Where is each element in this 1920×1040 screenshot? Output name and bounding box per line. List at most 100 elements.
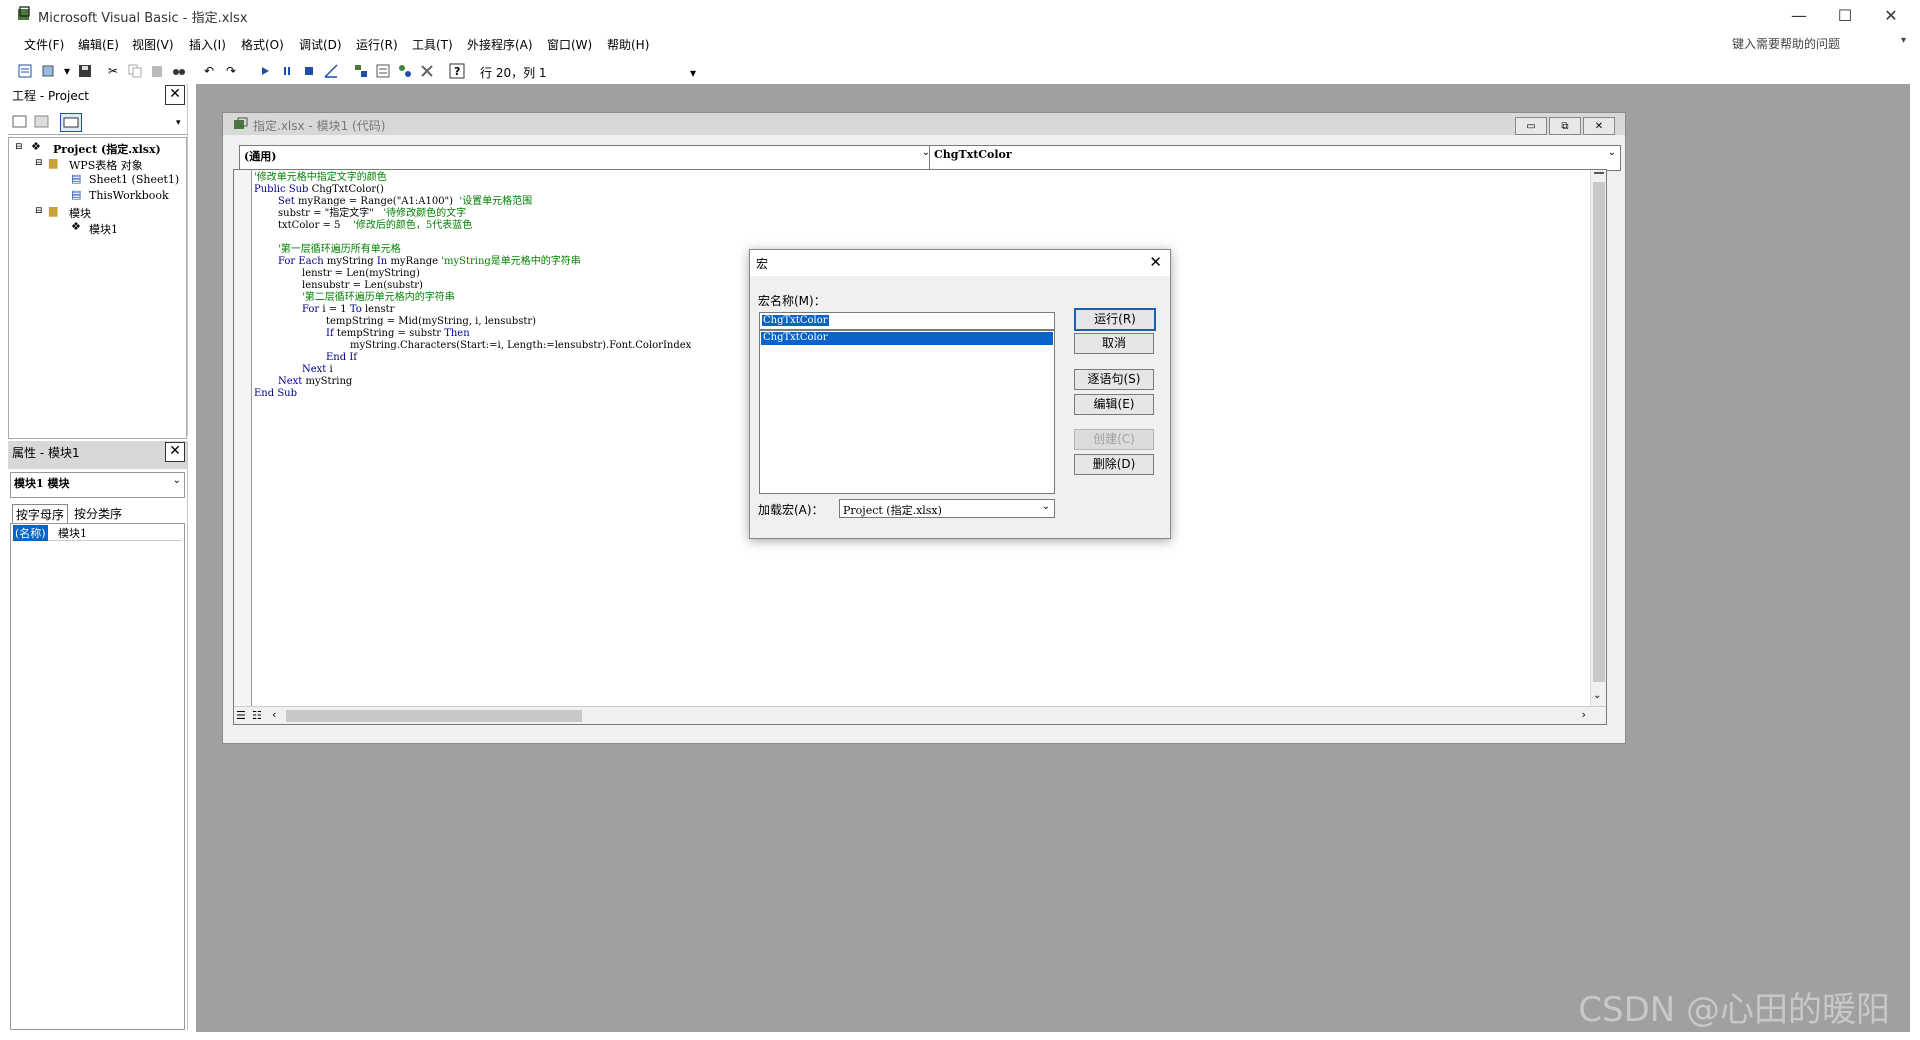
- code-line[interactable]: myString.Characters(Start:=i, Length:=le…: [350, 340, 691, 352]
- tree-item-sheet1[interactable]: Sheet1 (Sheet1): [89, 173, 179, 186]
- code-line[interactable]: Next myString: [278, 376, 352, 388]
- reset-icon[interactable]: [300, 62, 318, 80]
- help-icon[interactable]: ?: [448, 62, 466, 80]
- maximize-button[interactable]: ☐: [1822, 0, 1868, 30]
- macro-list-item[interactable]: ChgTxtColor: [761, 332, 1053, 345]
- code-line[interactable]: Set myRange = Range("A1:A100") '设置单元格范围: [278, 196, 532, 208]
- object-browser-icon[interactable]: [396, 62, 414, 80]
- code-line[interactable]: txtColor = 5 '修改后的颜色，5代表蓝色: [278, 220, 472, 232]
- code-line[interactable]: Next i: [302, 364, 333, 376]
- minimize-button[interactable]: —: [1776, 0, 1822, 30]
- tab-categorized[interactable]: 按分类序: [74, 505, 122, 522]
- code-line[interactable]: For i = 1 To lenstr: [302, 304, 394, 316]
- chevron-down-icon[interactable]: ⌄: [1608, 147, 1616, 158]
- code-line[interactable]: '第二层循环遍历单元格内的字符串: [302, 292, 455, 304]
- scroll-down-icon[interactable]: ⌄: [1593, 690, 1601, 701]
- code-line[interactable]: '第一层循环遍历所有单元格: [278, 244, 401, 256]
- help-question-box[interactable]: 键入需要帮助的问题 ▾: [1728, 33, 1908, 53]
- menu-tools[interactable]: 工具(T): [412, 36, 453, 53]
- toggle-folders-icon[interactable]: [60, 113, 82, 132]
- delete-button[interactable]: 删除(D): [1074, 454, 1154, 475]
- collapse-icon[interactable]: ⊟: [35, 206, 43, 216]
- macro-name-input[interactable]: ChgTxtColor: [759, 312, 1055, 330]
- close-icon[interactable]: ✕: [165, 442, 185, 462]
- pause-icon[interactable]: [278, 62, 296, 80]
- macro-list[interactable]: ChgTxtColor: [759, 330, 1055, 494]
- object-combo[interactable]: 模块1 模块 ⌄: [10, 472, 185, 498]
- properties-window-icon[interactable]: [374, 62, 392, 80]
- edit-button[interactable]: 编辑(E): [1074, 394, 1154, 415]
- view-code-icon[interactable]: [12, 115, 28, 129]
- procedure-view-icon[interactable]: ☰: [236, 709, 246, 722]
- chevron-down-icon[interactable]: ⌄: [1042, 501, 1050, 512]
- tree-item-project[interactable]: Project (指定.xlsx): [53, 141, 161, 157]
- scroll-top-icon[interactable]: [1594, 172, 1604, 178]
- code-line[interactable]: lenstr = Len(myString): [302, 268, 420, 280]
- design-mode-icon[interactable]: [322, 62, 340, 80]
- project-explorer-icon[interactable]: [352, 62, 370, 80]
- view-object-icon[interactable]: [34, 115, 50, 129]
- vertical-scroll-thumb[interactable]: [1593, 182, 1605, 682]
- tree-item-thisworkbook[interactable]: ThisWorkbook: [89, 189, 169, 202]
- view-excel-icon[interactable]: [16, 62, 34, 80]
- code-line[interactable]: End Sub: [254, 388, 297, 400]
- run-button[interactable]: 运行(R): [1074, 308, 1156, 331]
- code-line[interactable]: substr = "指定文字" '待修改颜色的文字: [278, 208, 466, 220]
- macros-in-dropdown[interactable]: Project (指定.xlsx) ⌄: [839, 499, 1055, 518]
- code-line[interactable]: If tempString = substr Then: [326, 328, 470, 340]
- close-icon[interactable]: ✕: [165, 85, 185, 105]
- property-row[interactable]: (名称) 模块1: [12, 525, 182, 541]
- close-button[interactable]: ✕: [1583, 117, 1615, 135]
- menu-help[interactable]: 帮助(H): [607, 36, 649, 53]
- step-into-button[interactable]: 逐语句(S): [1074, 369, 1154, 390]
- collapse-icon[interactable]: ⊟: [35, 158, 43, 168]
- menu-view[interactable]: 视图(V): [132, 36, 174, 53]
- toolbox-icon[interactable]: [418, 62, 436, 80]
- menu-addins[interactable]: 外接程序(A): [467, 36, 533, 53]
- chevron-down-icon[interactable]: ▾: [176, 118, 181, 128]
- close-icon[interactable]: ✕: [1149, 253, 1162, 271]
- paste-icon[interactable]: [148, 62, 166, 80]
- tree-item-objects-folder[interactable]: WPS表格 对象: [69, 157, 143, 173]
- code-line[interactable]: Public Sub ChgTxtColor(): [254, 184, 384, 196]
- menu-insert[interactable]: 插入(I): [189, 36, 226, 53]
- margin-indicator-bar[interactable]: [234, 170, 252, 724]
- menu-window[interactable]: 窗口(W): [547, 36, 592, 53]
- menu-run[interactable]: 运行(R): [356, 36, 398, 53]
- code-line[interactable]: '修改单元格中指定文字的颜色: [254, 172, 387, 184]
- full-module-view-icon[interactable]: ☷: [252, 709, 262, 722]
- horizontal-scroll-thumb[interactable]: [286, 710, 582, 722]
- procedure-dropdown[interactable]: ChgTxtColor ⌄: [929, 145, 1621, 171]
- code-line[interactable]: For Each myString In myRange 'myString是单…: [278, 256, 581, 268]
- code-line[interactable]: lensubstr = Len(substr): [302, 280, 423, 292]
- close-button[interactable]: ✕: [1868, 0, 1914, 30]
- vertical-scrollbar[interactable]: ⌄: [1590, 170, 1606, 706]
- menu-format[interactable]: 格式(O): [241, 36, 284, 53]
- cut-icon[interactable]: ✂: [104, 62, 122, 80]
- menu-file[interactable]: 文件(F): [24, 36, 64, 53]
- redo-icon[interactable]: ↷: [222, 62, 240, 80]
- insert-dropdown-icon[interactable]: ▾: [58, 62, 76, 80]
- copy-icon[interactable]: [126, 62, 144, 80]
- code-line[interactable]: End If: [326, 352, 357, 364]
- menu-debug[interactable]: 调试(D): [299, 36, 342, 53]
- scroll-left-icon[interactable]: ‹: [272, 708, 276, 721]
- run-icon[interactable]: [256, 62, 274, 80]
- tab-alphabetic[interactable]: 按字母序: [12, 504, 69, 524]
- undo-icon[interactable]: ↶: [200, 62, 218, 80]
- tree-item-modules-folder[interactable]: 模块: [69, 205, 91, 221]
- chevron-down-icon[interactable]: ▾: [1901, 35, 1906, 46]
- toolbar-options-icon[interactable]: ▾: [684, 64, 702, 82]
- find-icon[interactable]: [170, 62, 188, 80]
- tree-item-module1[interactable]: 模块1: [89, 221, 118, 237]
- save-icon[interactable]: [76, 62, 94, 80]
- minimize-button[interactable]: ▭: [1515, 117, 1547, 135]
- collapse-icon[interactable]: ⊟: [15, 142, 23, 152]
- insert-module-icon[interactable]: [40, 62, 58, 80]
- cancel-button[interactable]: 取消: [1074, 333, 1154, 354]
- restore-button[interactable]: ⧉: [1549, 117, 1581, 135]
- object-dropdown[interactable]: (通用) ⌄: [239, 145, 935, 171]
- chevron-down-icon[interactable]: ⌄: [173, 475, 181, 486]
- menu-edit[interactable]: 编辑(E): [78, 36, 119, 53]
- scroll-right-icon[interactable]: ›: [1582, 708, 1586, 721]
